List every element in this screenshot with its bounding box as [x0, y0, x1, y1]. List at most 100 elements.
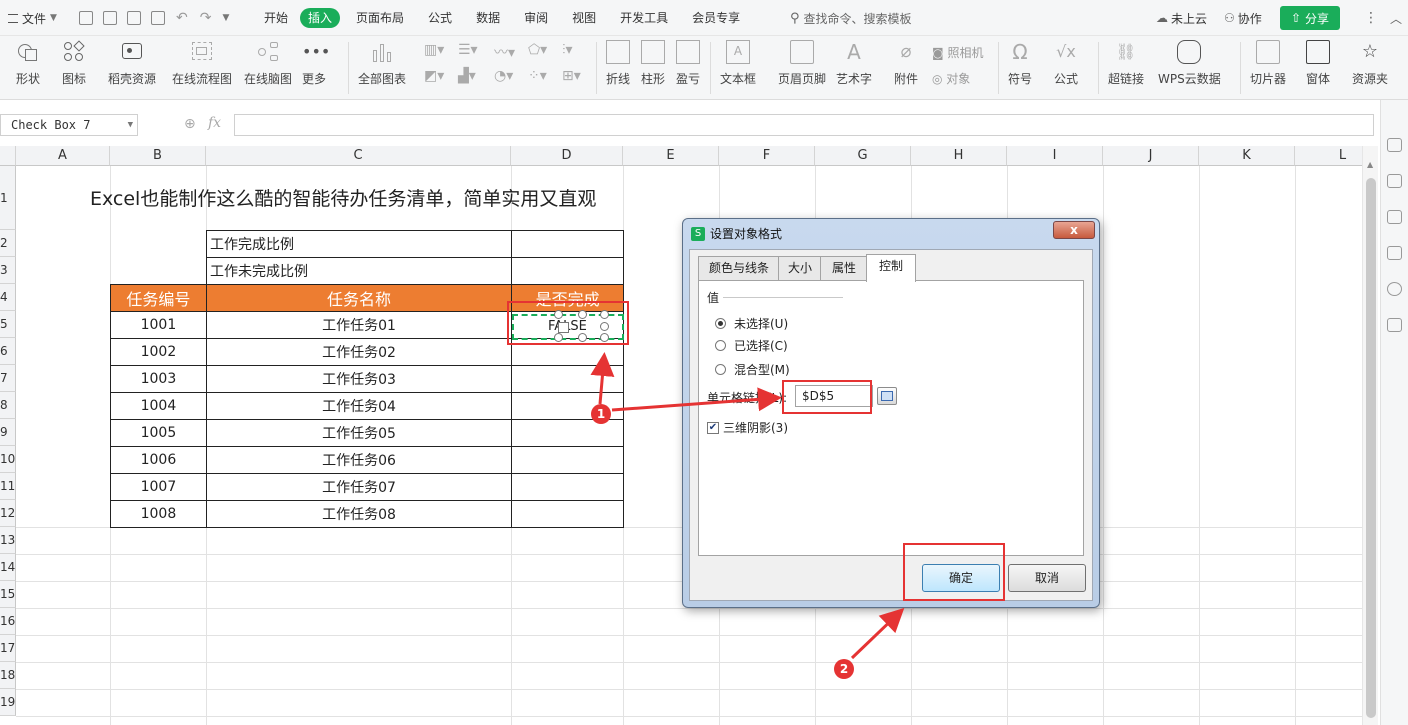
- form-controls-button[interactable]: 窗体: [1306, 40, 1330, 87]
- row-header-5[interactable]: 5: [0, 311, 16, 338]
- wps-cloud-data-button[interactable]: WPS云数据: [1158, 40, 1221, 87]
- tab-home[interactable]: 开始: [256, 8, 296, 28]
- online-mindmap-button[interactable]: 在线脑图: [244, 40, 292, 87]
- task-id-cell[interactable]: 1006: [110, 446, 207, 474]
- summary-value-cell[interactable]: [511, 257, 624, 285]
- task-id-cell[interactable]: 1003: [110, 365, 207, 393]
- row-header-10[interactable]: 10: [0, 446, 16, 473]
- scroll-up-icon[interactable]: ▲: [1367, 160, 1373, 169]
- column-header-c[interactable]: C: [206, 146, 511, 166]
- sparkline-line-button[interactable]: 折线: [606, 40, 630, 87]
- row-header-17[interactable]: 17: [0, 635, 16, 662]
- radio-unchecked[interactable]: 未选择(U): [715, 315, 788, 332]
- collapse-icon[interactable]: [1387, 108, 1402, 122]
- save-icon[interactable]: [79, 11, 93, 25]
- tab-size[interactable]: 大小: [778, 256, 822, 280]
- column-header-f[interactable]: F: [719, 146, 815, 166]
- task-id-cell[interactable]: 1005: [110, 419, 207, 447]
- scrollbar-thumb[interactable]: [1366, 178, 1376, 718]
- completed-cell[interactable]: [511, 473, 624, 501]
- line-chart-small-icon[interactable]: 〰▾: [494, 42, 516, 61]
- task-name-cell[interactable]: 工作任务06: [205, 446, 513, 474]
- radio-button[interactable]: [715, 318, 726, 329]
- row-header-15[interactable]: 15: [0, 581, 16, 608]
- equation-button[interactable]: √x 公式: [1054, 40, 1078, 87]
- pie-chart-icon[interactable]: ◔▾: [494, 68, 516, 84]
- tab-view[interactable]: 视图: [564, 8, 604, 28]
- tab-review[interactable]: 审阅: [516, 8, 556, 28]
- camera-button[interactable]: ◙ 照相机: [932, 44, 983, 61]
- more-button[interactable]: ••• 更多: [302, 40, 330, 87]
- tab-data[interactable]: 数据: [468, 8, 508, 28]
- print-preview-icon[interactable]: [151, 11, 165, 25]
- task-name-cell[interactable]: 工作任务02: [205, 338, 513, 366]
- location-icon[interactable]: [1387, 282, 1402, 296]
- shapes-button[interactable]: 形状: [16, 40, 40, 87]
- format-icon[interactable]: [1387, 210, 1402, 224]
- redo-icon[interactable]: ↷: [200, 10, 212, 26]
- tab-insert[interactable]: 插入: [300, 8, 341, 28]
- file-menu[interactable]: 文件 ▼: [8, 0, 57, 36]
- cancel-button[interactable]: 取消: [1008, 564, 1086, 592]
- sparkline-winloss-button[interactable]: 盈亏: [676, 40, 700, 87]
- dialog-title-bar[interactable]: S 设置对象格式: [691, 225, 782, 242]
- column-header-k[interactable]: K: [1199, 146, 1295, 166]
- tab-colors-lines[interactable]: 颜色与线条: [698, 256, 780, 280]
- task-name-cell[interactable]: 工作任务05: [205, 419, 513, 447]
- radio-button[interactable]: [715, 340, 726, 351]
- more-options-icon[interactable]: ⋮: [1364, 0, 1378, 36]
- task-id-cell[interactable]: 1001: [110, 311, 207, 339]
- formula-input[interactable]: [234, 114, 1374, 136]
- style-icon[interactable]: [1387, 246, 1402, 260]
- sparkline-column-button[interactable]: 柱形: [641, 40, 665, 87]
- tab-control[interactable]: 控制: [866, 254, 916, 282]
- row-header-2[interactable]: 2: [0, 230, 16, 257]
- 3d-shadow-checkbox[interactable]: ✔: [707, 421, 719, 434]
- summary-value-cell[interactable]: [511, 230, 624, 258]
- online-flowchart-button[interactable]: 在线流程图: [172, 40, 232, 87]
- area-chart-icon[interactable]: ◩▾: [424, 68, 446, 84]
- properties-icon[interactable]: [1387, 174, 1402, 188]
- attachment-button[interactable]: ⌀ 附件: [894, 40, 918, 87]
- task-name-cell[interactable]: 工作任务03: [205, 365, 513, 393]
- task-name-cell[interactable]: 工作任务01: [205, 311, 513, 339]
- textbox-button[interactable]: A 文本框: [720, 40, 756, 87]
- collab-button[interactable]: ⚇ 协作: [1224, 0, 1262, 36]
- tab-developer[interactable]: 开发工具: [612, 8, 676, 28]
- column-header-l[interactable]: L: [1295, 146, 1362, 166]
- completed-cell[interactable]: [511, 419, 624, 447]
- row-header-1[interactable]: 1: [0, 166, 16, 230]
- chevron-down-icon[interactable]: ▼: [128, 115, 133, 135]
- combo-chart-icon[interactable]: ▟▾: [458, 68, 480, 84]
- radar-chart-icon[interactable]: ⬠▾: [528, 42, 550, 58]
- book-icon[interactable]: [1387, 318, 1402, 332]
- sheet-title[interactable]: Excel也能制作这么酷的智能待办任务清单，简单实用又直观: [90, 184, 596, 211]
- dialog-close-button[interactable]: x: [1053, 221, 1095, 239]
- column-header-d[interactable]: D: [511, 146, 623, 166]
- row-header-8[interactable]: 8: [0, 392, 16, 419]
- row-header-6[interactable]: 6: [0, 338, 16, 365]
- column-header-b[interactable]: B: [110, 146, 206, 166]
- range-picker-button[interactable]: [877, 387, 897, 405]
- object-button[interactable]: ◎ 对象: [932, 70, 970, 87]
- tab-formulas[interactable]: 公式: [420, 8, 460, 28]
- task-name-cell[interactable]: 工作任务07: [205, 473, 513, 501]
- row-header-18[interactable]: 18: [0, 662, 16, 689]
- icons-button[interactable]: 图标: [62, 40, 86, 87]
- collapse-ribbon-icon[interactable]: ︿: [1390, 0, 1402, 36]
- share-button[interactable]: ⇧ 分享: [1280, 6, 1340, 30]
- task-id-cell[interactable]: 1004: [110, 392, 207, 420]
- docer-resources-button[interactable]: 稻壳资源: [108, 40, 156, 87]
- customize-chevron-icon[interactable]: ▼: [222, 13, 229, 23]
- tab-page-layout[interactable]: 页面布局: [348, 8, 412, 28]
- task-name-cell[interactable]: 工作任务08: [205, 500, 513, 528]
- stock-chart-icon[interactable]: ⫶▾: [562, 42, 584, 58]
- column-header-j[interactable]: J: [1103, 146, 1199, 166]
- command-search[interactable]: ⚲ 查找命令、搜索模板: [790, 0, 912, 36]
- zoom-search-icon[interactable]: ⊕: [184, 116, 196, 132]
- row-header-3[interactable]: 3: [0, 257, 16, 284]
- tab-member[interactable]: 会员专享: [684, 8, 748, 28]
- task-name-cell[interactable]: 工作任务04: [205, 392, 513, 420]
- wordart-button[interactable]: A 艺术字: [836, 40, 872, 87]
- export-icon[interactable]: [103, 11, 117, 25]
